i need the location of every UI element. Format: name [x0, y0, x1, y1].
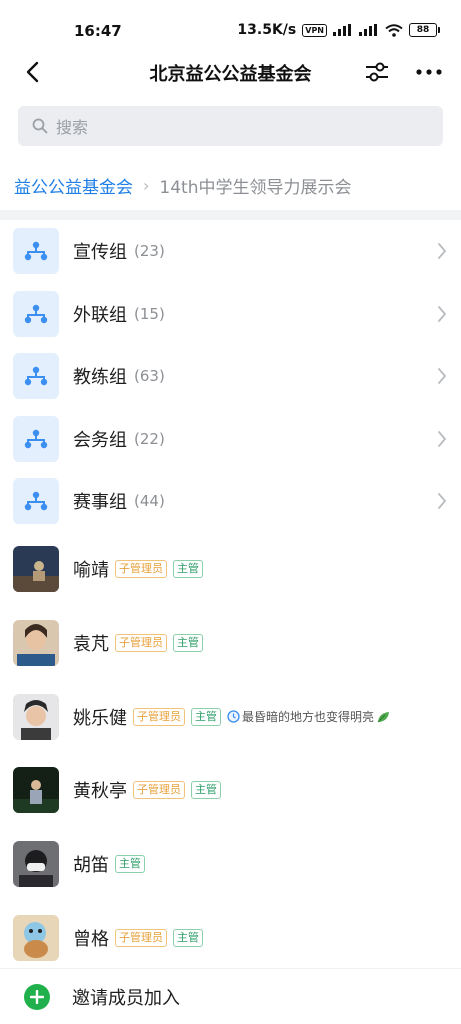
- sub-admin-tag: 子管理员: [115, 928, 167, 947]
- member-name: 姚乐健: [73, 707, 127, 729]
- network-speed: 13.5K/s: [237, 22, 297, 38]
- member-row[interactable]: 喻靖 子管理员 主管: [0, 533, 461, 607]
- status-time: 16:47: [74, 22, 122, 40]
- org-tree-icon: [24, 492, 48, 511]
- member-name: 袁芃: [73, 634, 109, 656]
- invite-member-button[interactable]: 邀请成员加入: [0, 968, 461, 1024]
- member-name: 曾格: [73, 928, 109, 950]
- more-dots-icon: [416, 69, 442, 75]
- chevron-right-icon: [438, 305, 447, 322]
- group-count: (44): [134, 492, 165, 511]
- avatar: [13, 914, 59, 961]
- breadcrumb: 益公公益基金会 › 14th中学生领导力展示会: [14, 170, 351, 200]
- supervisor-tag: 主管: [173, 928, 203, 947]
- member-row[interactable]: 姚乐健 子管理员 主管 最昏暗的地方也变得明亮: [0, 680, 461, 754]
- breadcrumb-current: 14th中学生领导力展示会: [159, 177, 352, 198]
- group-row-publicity[interactable]: 宣传组 (23): [0, 220, 461, 283]
- sub-admin-tag: 子管理员: [133, 781, 185, 800]
- group-icon: [13, 353, 59, 400]
- avatar: [13, 693, 59, 740]
- member-list: 宣传组 (23) 外联组 (15) 教练组 (63) 会务组 (22) 赛事组 …: [0, 220, 461, 975]
- group-icon: [13, 228, 59, 275]
- group-row-competition[interactable]: 赛事组 (44): [0, 470, 461, 533]
- supervisor-tag: 主管: [191, 781, 221, 800]
- supervisor-tag: 主管: [115, 855, 145, 874]
- supervisor-tag: 主管: [173, 634, 203, 653]
- avatar: [13, 620, 59, 667]
- chevron-right-icon: [438, 368, 447, 384]
- sub-admin-tag: 子管理员: [115, 634, 167, 653]
- org-tree-icon: [24, 242, 48, 261]
- wifi-icon: [385, 23, 403, 37]
- sub-admin-tag: 子管理员: [115, 560, 167, 579]
- group-count: (15): [134, 304, 165, 323]
- group-name: 外联组: [73, 304, 127, 326]
- search-placeholder: 搜索: [56, 118, 89, 137]
- status-indicators: 13.5K/s VPN 88: [237, 22, 440, 38]
- status-bar: 16:47 13.5K/s VPN 88: [0, 0, 461, 52]
- group-row-coaches[interactable]: 教练组 (63): [0, 345, 461, 408]
- invite-label: 邀请成员加入: [72, 987, 180, 1009]
- nav-bar: 北京益公公益基金会: [0, 52, 461, 92]
- back-button[interactable]: [16, 56, 48, 88]
- org-tree-icon: [24, 367, 48, 386]
- group-name: 宣传组: [73, 242, 127, 264]
- avatar: [13, 767, 59, 814]
- supervisor-tag: 主管: [191, 707, 221, 726]
- search-icon: [32, 118, 48, 134]
- breadcrumb-root[interactable]: 益公公益基金会: [14, 173, 133, 198]
- group-name: 教练组: [73, 367, 127, 389]
- group-count: (22): [134, 429, 165, 448]
- group-icon: [13, 290, 59, 337]
- plus-circle-icon: [24, 983, 50, 1010]
- member-name: 胡笛: [73, 855, 109, 877]
- group-row-outreach[interactable]: 外联组 (15): [0, 283, 461, 346]
- cellular-signal-2-icon: [359, 24, 377, 36]
- section-divider: [0, 210, 461, 220]
- vpn-badge: VPN: [302, 23, 327, 37]
- clock-icon: [227, 710, 240, 723]
- sliders-icon: [366, 62, 388, 82]
- group-row-conference[interactable]: 会务组 (22): [0, 408, 461, 471]
- battery-icon: 88: [409, 23, 440, 37]
- search-input[interactable]: 搜索: [18, 106, 443, 146]
- breadcrumb-separator: ›: [143, 175, 150, 195]
- member-status: 最昏暗的地方也变得明亮: [227, 708, 390, 725]
- member-name: 喻靖: [73, 560, 109, 582]
- group-count: (63): [134, 367, 165, 386]
- chevron-left-icon: [26, 61, 39, 83]
- chevron-right-icon: [438, 493, 447, 509]
- group-icon: [13, 478, 59, 525]
- sub-admin-tag: 子管理员: [133, 707, 185, 726]
- org-tree-icon: [24, 304, 48, 323]
- chevron-right-icon: [438, 243, 447, 259]
- group-count: (23): [134, 242, 165, 261]
- group-name: 赛事组: [73, 492, 127, 514]
- member-row[interactable]: 黄秋亭 子管理员 主管: [0, 754, 461, 828]
- leaf-icon: [377, 711, 390, 723]
- member-name: 黄秋亭: [73, 781, 127, 803]
- chevron-right-icon: [438, 430, 447, 447]
- cellular-signal-icon: [333, 24, 351, 36]
- group-name: 会务组: [73, 429, 127, 451]
- avatar: [13, 841, 59, 888]
- avatar: [13, 546, 59, 593]
- more-button[interactable]: [413, 56, 445, 88]
- org-tree-icon: [24, 429, 48, 448]
- member-row[interactable]: 袁芃 子管理员 主管: [0, 606, 461, 680]
- group-icon: [13, 415, 59, 462]
- member-status-text: 最昏暗的地方也变得明亮: [242, 710, 375, 725]
- member-row[interactable]: 胡笛 主管: [0, 827, 461, 901]
- member-row[interactable]: 曾格 子管理员 主管: [0, 901, 461, 975]
- supervisor-tag: 主管: [173, 560, 203, 579]
- filter-button[interactable]: [361, 56, 393, 88]
